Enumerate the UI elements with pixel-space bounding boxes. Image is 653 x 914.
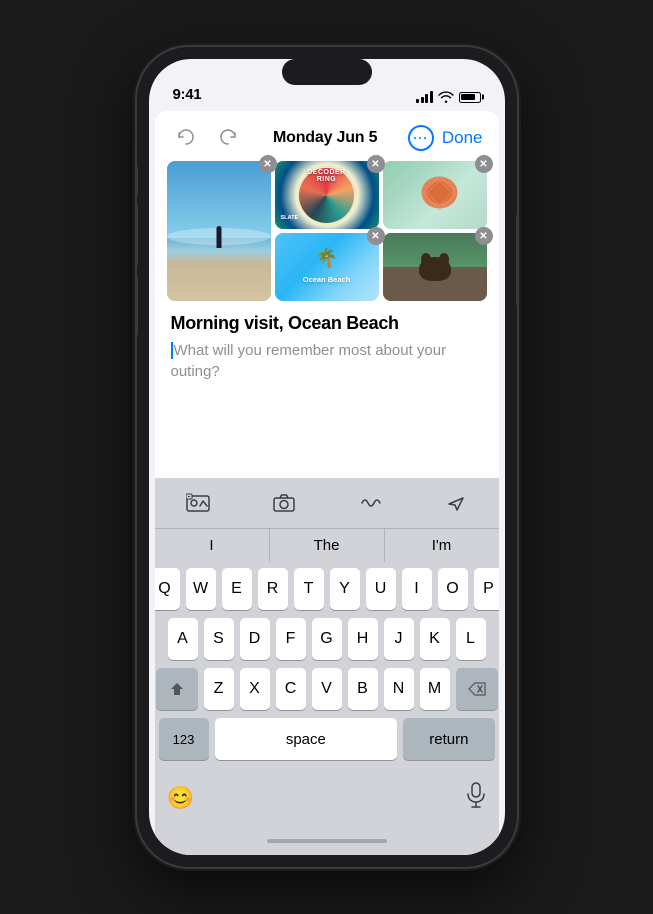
dynamic-island (282, 59, 372, 85)
keyboard: Q W E R T Y U I O P A S D F G (155, 562, 499, 772)
decoder-ring-title-text: DECODERRING (307, 169, 346, 183)
note-date-title: Monday Jun 5 (243, 129, 408, 147)
mute-button[interactable] (137, 167, 138, 195)
key-n[interactable]: N (384, 668, 414, 710)
camera-button[interactable] (260, 487, 308, 519)
key-g[interactable]: G (312, 618, 342, 660)
toolbar: Monday Jun 5 ··· Done (155, 111, 499, 161)
keyboard-row-1: Q W E R T Y U I O P (159, 568, 495, 610)
status-time: 9:41 (173, 86, 202, 103)
volume-down-button[interactable] (137, 275, 138, 335)
key-o[interactable]: O (438, 568, 468, 610)
key-j[interactable]: J (384, 618, 414, 660)
phone-frame: 9:41 (137, 47, 517, 867)
status-icons (416, 91, 481, 103)
note-placeholder-text: What will you remember most about your o… (171, 342, 447, 380)
redo-button[interactable] (213, 123, 243, 153)
predictive-item-2[interactable]: The (270, 529, 385, 562)
key-i[interactable]: I (402, 568, 432, 610)
remove-ocean-beach-button[interactable]: ✕ (367, 227, 385, 245)
undo-button[interactable] (171, 123, 201, 153)
input-accessories-bar (155, 478, 499, 528)
key-w[interactable]: W (186, 568, 216, 610)
key-r[interactable]: R (258, 568, 288, 610)
ocean-beach-icon: 🌴 (303, 248, 351, 269)
note-text-field[interactable]: What will you remember most about your o… (171, 340, 483, 382)
note-body[interactable]: Morning visit, Ocean Beach What will you… (155, 313, 499, 478)
remove-shell-button[interactable]: ✕ (475, 155, 493, 173)
decoder-ring-photo-item: ✕ DECODERRING SLATE (275, 161, 379, 229)
space-button[interactable]: space (215, 718, 398, 760)
more-options-button[interactable]: ··· (408, 125, 434, 151)
photo-picker-button[interactable] (174, 487, 222, 519)
remove-dog-button[interactable]: ✕ (475, 227, 493, 245)
numbers-button[interactable]: 123 (159, 718, 209, 760)
emoji-button[interactable]: 😊 (161, 779, 200, 817)
keyboard-row-4: 123 space return (159, 718, 495, 760)
delete-button[interactable] (456, 668, 498, 710)
ocean-beach-label-text: Ocean Beach (303, 275, 351, 284)
key-l[interactable]: L (456, 618, 486, 660)
shift-button[interactable] (156, 668, 198, 710)
key-m[interactable]: M (420, 668, 450, 710)
key-d[interactable]: D (240, 618, 270, 660)
key-q[interactable]: Q (155, 568, 180, 610)
keyboard-bottom-row: 😊 (155, 772, 499, 827)
remove-beach-photo-button[interactable]: ✕ (259, 155, 277, 173)
key-h[interactable]: H (348, 618, 378, 660)
key-z[interactable]: Z (204, 668, 234, 710)
wifi-icon (438, 91, 454, 103)
notes-app: Monday Jun 5 ··· Done ✕ (155, 111, 499, 855)
key-u[interactable]: U (366, 568, 396, 610)
key-y[interactable]: Y (330, 568, 360, 610)
key-k[interactable]: K (420, 618, 450, 660)
audio-button[interactable] (347, 487, 395, 519)
predictive-item-1[interactable]: I (155, 529, 270, 562)
key-s[interactable]: S (204, 618, 234, 660)
key-b[interactable]: B (348, 668, 378, 710)
key-c[interactable]: C (276, 668, 306, 710)
dog-photo-item: ✕ (383, 233, 487, 301)
keyboard-row-3: Z X C V B N M (159, 668, 495, 710)
shell-photo-item: ✕ (383, 161, 487, 229)
home-bar (267, 839, 387, 843)
decoder-publisher-text: SLATE (281, 215, 299, 221)
text-cursor (171, 342, 173, 359)
battery-icon (459, 92, 481, 103)
toolbar-actions: ··· Done (408, 125, 483, 151)
return-button[interactable]: return (403, 718, 494, 760)
ocean-beach-photo-item: ✕ 🌴 Ocean Beach (275, 233, 379, 301)
note-title: Morning visit, Ocean Beach (171, 313, 483, 334)
predictive-text-bar: I The I'm (155, 528, 499, 562)
predictive-item-3[interactable]: I'm (385, 529, 499, 562)
signal-strength-icon (416, 91, 433, 103)
phone-screen: 9:41 (149, 59, 505, 855)
done-button[interactable]: Done (442, 128, 483, 148)
home-indicator[interactable] (155, 827, 499, 855)
keyboard-row-2: A S D F G H J K L (159, 618, 495, 660)
dictation-button[interactable] (459, 776, 493, 819)
key-a[interactable]: A (168, 618, 198, 660)
key-x[interactable]: X (240, 668, 270, 710)
beach-photo-item: ✕ (167, 161, 271, 301)
volume-up-button[interactable] (137, 205, 138, 265)
power-button[interactable] (516, 215, 517, 305)
key-p[interactable]: P (474, 568, 499, 610)
key-f[interactable]: F (276, 618, 306, 660)
toolbar-nav-buttons (171, 123, 243, 153)
key-t[interactable]: T (294, 568, 324, 610)
remove-decoder-button[interactable]: ✕ (367, 155, 385, 173)
attached-images-grid: ✕ (167, 161, 487, 301)
key-e[interactable]: E (222, 568, 252, 610)
key-v[interactable]: V (312, 668, 342, 710)
send-button[interactable] (433, 486, 479, 520)
